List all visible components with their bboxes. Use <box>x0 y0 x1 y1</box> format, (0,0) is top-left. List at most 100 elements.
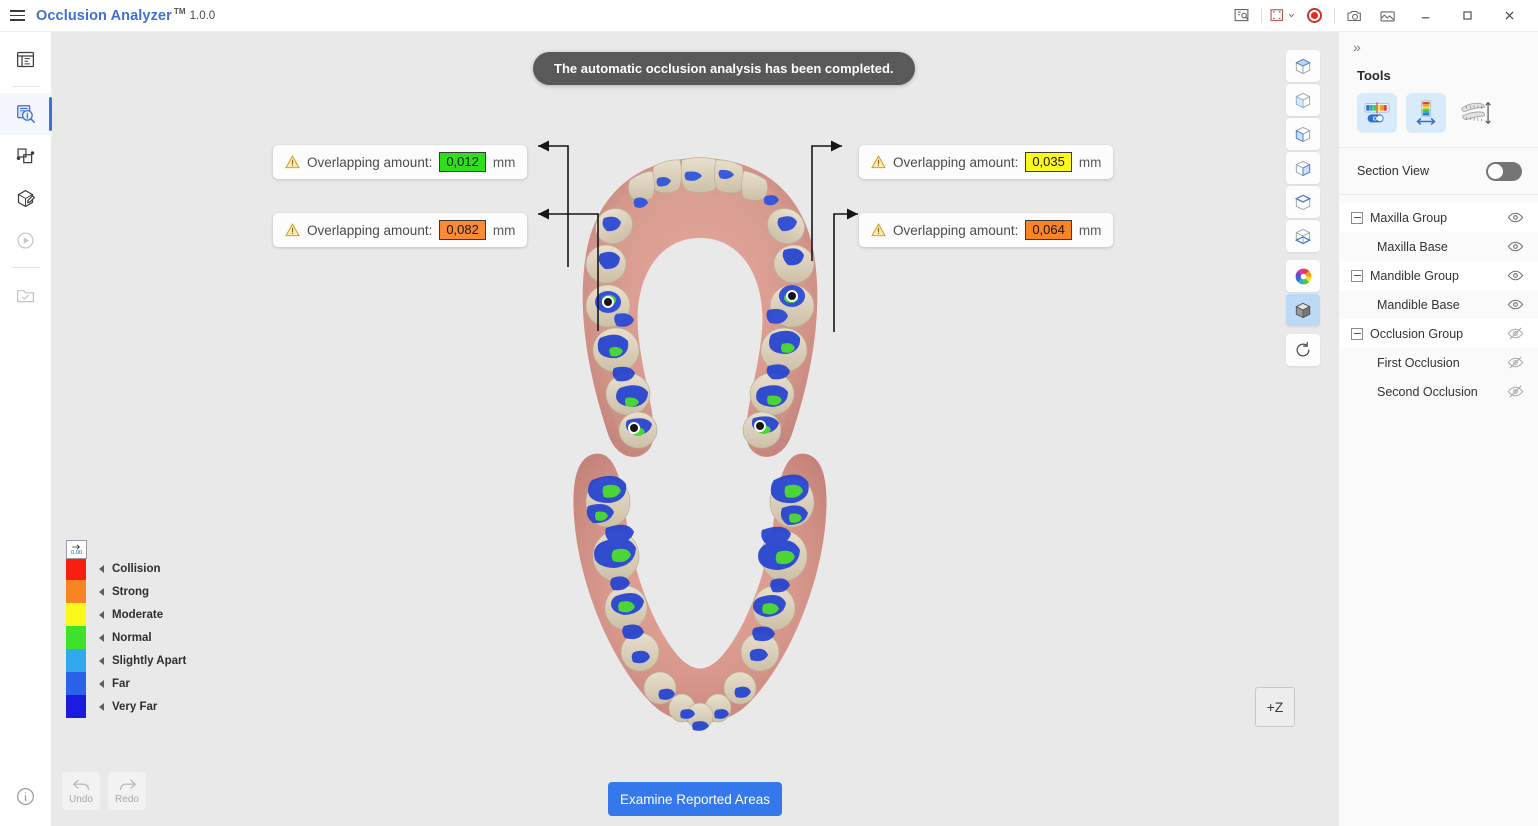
3d-viewport[interactable]: The automatic occlusion analysis has bee… <box>52 32 1338 826</box>
sidebar-item-occlusion-analysis[interactable] <box>0 93 52 135</box>
legend-item[interactable]: Collision <box>66 557 186 580</box>
view-front-icon[interactable] <box>1286 50 1320 82</box>
tree-row[interactable]: Mandible Group <box>1339 261 1538 290</box>
collapse-toggle-icon[interactable] <box>1351 327 1363 340</box>
record-icon[interactable] <box>1298 0 1331 32</box>
legend-label: Collision <box>112 562 161 575</box>
legend-swatch <box>66 557 86 580</box>
left-sidebar <box>0 32 52 826</box>
view-top-icon[interactable] <box>1286 186 1320 218</box>
callout-value: 0,012 <box>439 152 486 172</box>
tree-row[interactable]: Maxilla Group <box>1339 203 1538 232</box>
legend-item[interactable]: Strong <box>66 580 186 603</box>
examine-reported-areas-button[interactable]: Examine Reported Areas <box>608 782 782 816</box>
legend-swatch <box>66 672 86 695</box>
sidebar-item-model-edit[interactable] <box>0 177 52 219</box>
legend-scale-handle[interactable]: 0.00 <box>66 540 87 559</box>
app-version: 1.0.0 <box>189 9 216 22</box>
callout-label: Overlapping amount: <box>307 222 433 238</box>
visibility-eye-icon[interactable] <box>1507 296 1524 313</box>
panel-collapse-button[interactable]: » <box>1339 32 1538 62</box>
redo-button: Redo <box>108 772 146 810</box>
minimize-button[interactable] <box>1404 0 1446 32</box>
callout-unit: mm <box>492 154 516 170</box>
callout-value: 0,035 <box>1025 152 1072 172</box>
legend-item[interactable]: Slightly Apart <box>66 649 186 672</box>
section-view-toggle[interactable] <box>1486 161 1522 181</box>
sidebar-item-case-table[interactable] <box>0 38 52 80</box>
tree-row[interactable]: First Occlusion <box>1339 348 1538 377</box>
sidebar-item-saved-cases <box>0 274 52 316</box>
view-back-icon[interactable] <box>1286 84 1320 116</box>
tools-row: On <box>1339 93 1538 147</box>
legend-swatch <box>66 626 86 649</box>
tree-row[interactable]: Second Occlusion <box>1339 377 1538 406</box>
axis-orientation-gizmo[interactable]: +Z <box>1255 687 1295 727</box>
redo-label: Redo <box>115 793 139 805</box>
tree-item-label: Mandible Base <box>1377 297 1460 312</box>
legend-handle-value: 0.00 <box>71 549 82 556</box>
legend-label: Normal <box>112 631 152 644</box>
visibility-eye-off-icon[interactable] <box>1507 354 1524 371</box>
tree-item-label: First Occlusion <box>1377 355 1460 370</box>
screenshot-annotate-icon[interactable] <box>1225 0 1258 32</box>
legend-marker-icon <box>99 702 104 711</box>
section-view-row[interactable]: Section View <box>1339 148 1538 194</box>
legend-marker-icon <box>99 679 104 688</box>
callout-top-right[interactable]: Overlapping amount: 0,035 mm <box>859 145 1114 179</box>
tree-row[interactable]: Occlusion Group <box>1339 319 1538 348</box>
tree-row[interactable]: Mandible Base <box>1339 290 1538 319</box>
menu-hamburger-icon[interactable] <box>0 0 34 32</box>
camera-icon[interactable] <box>1338 0 1371 32</box>
gallery-icon[interactable] <box>1371 0 1404 32</box>
shaded-cube-icon[interactable] <box>1286 294 1320 326</box>
view-right-icon[interactable] <box>1286 152 1320 184</box>
legend-label: Very Far <box>112 700 158 713</box>
view-bottom-icon[interactable] <box>1286 220 1320 252</box>
color-wheel-icon[interactable] <box>1286 260 1320 292</box>
jaw-distance-tool[interactable] <box>1455 93 1495 133</box>
visibility-eye-icon[interactable] <box>1507 238 1524 255</box>
sidebar-item-info[interactable] <box>15 786 36 812</box>
collapse-toggle-icon[interactable] <box>1351 211 1363 224</box>
tree-item-label: Mandible Group <box>1370 268 1459 283</box>
visibility-eye-off-icon[interactable] <box>1507 383 1524 400</box>
warning-icon <box>285 223 300 237</box>
divider <box>11 86 40 87</box>
callout-bottom-left[interactable]: Overlapping amount: 0,082 mm <box>273 213 528 247</box>
callout-label: Overlapping amount: <box>307 154 433 170</box>
legend-label: Far <box>112 677 130 690</box>
callout-top-left[interactable]: Overlapping amount: 0,012 mm <box>273 145 528 179</box>
section-view-label: Section View <box>1357 164 1430 178</box>
collapse-toggle-icon[interactable] <box>1351 269 1363 282</box>
sidebar-item-align[interactable] <box>0 135 52 177</box>
visibility-eye-icon[interactable] <box>1507 267 1524 284</box>
view-left-icon[interactable] <box>1286 118 1320 150</box>
scale-range-tool[interactable] <box>1406 93 1446 133</box>
legend-marker-icon <box>99 656 104 665</box>
visibility-eye-icon[interactable] <box>1507 209 1524 226</box>
legend-item[interactable]: Normal <box>66 626 186 649</box>
reset-view-icon[interactable] <box>1286 334 1320 366</box>
tree-row[interactable]: Maxilla Base <box>1339 232 1538 261</box>
close-button[interactable] <box>1488 0 1530 32</box>
maximize-button[interactable] <box>1446 0 1488 32</box>
maxilla-model[interactable] <box>530 142 870 472</box>
capture-region-icon[interactable] <box>1265 0 1298 32</box>
legend-item[interactable]: Far <box>66 672 186 695</box>
undo-button: Undo <box>62 772 100 810</box>
callout-bottom-right[interactable]: Overlapping amount: 0,064 mm <box>859 213 1114 247</box>
warning-icon <box>285 155 300 169</box>
sidebar-item-play <box>0 219 52 261</box>
color-scale-toggle-tool[interactable]: On <box>1357 93 1397 133</box>
title-bar: Occlusion Analyzer TM 1.0.0 <box>0 0 1538 32</box>
callout-label: Overlapping amount: <box>893 154 1019 170</box>
legend-item[interactable]: Moderate <box>66 603 186 626</box>
legend-swatch <box>66 580 86 603</box>
callout-label: Overlapping amount: <box>893 222 1019 238</box>
mandible-model[interactable] <box>530 444 870 744</box>
legend-item[interactable]: Very Far <box>66 695 186 718</box>
visibility-eye-off-icon[interactable] <box>1507 325 1524 342</box>
titlebar-tools <box>1225 0 1538 32</box>
undo-redo-group: Undo Redo <box>62 772 146 810</box>
